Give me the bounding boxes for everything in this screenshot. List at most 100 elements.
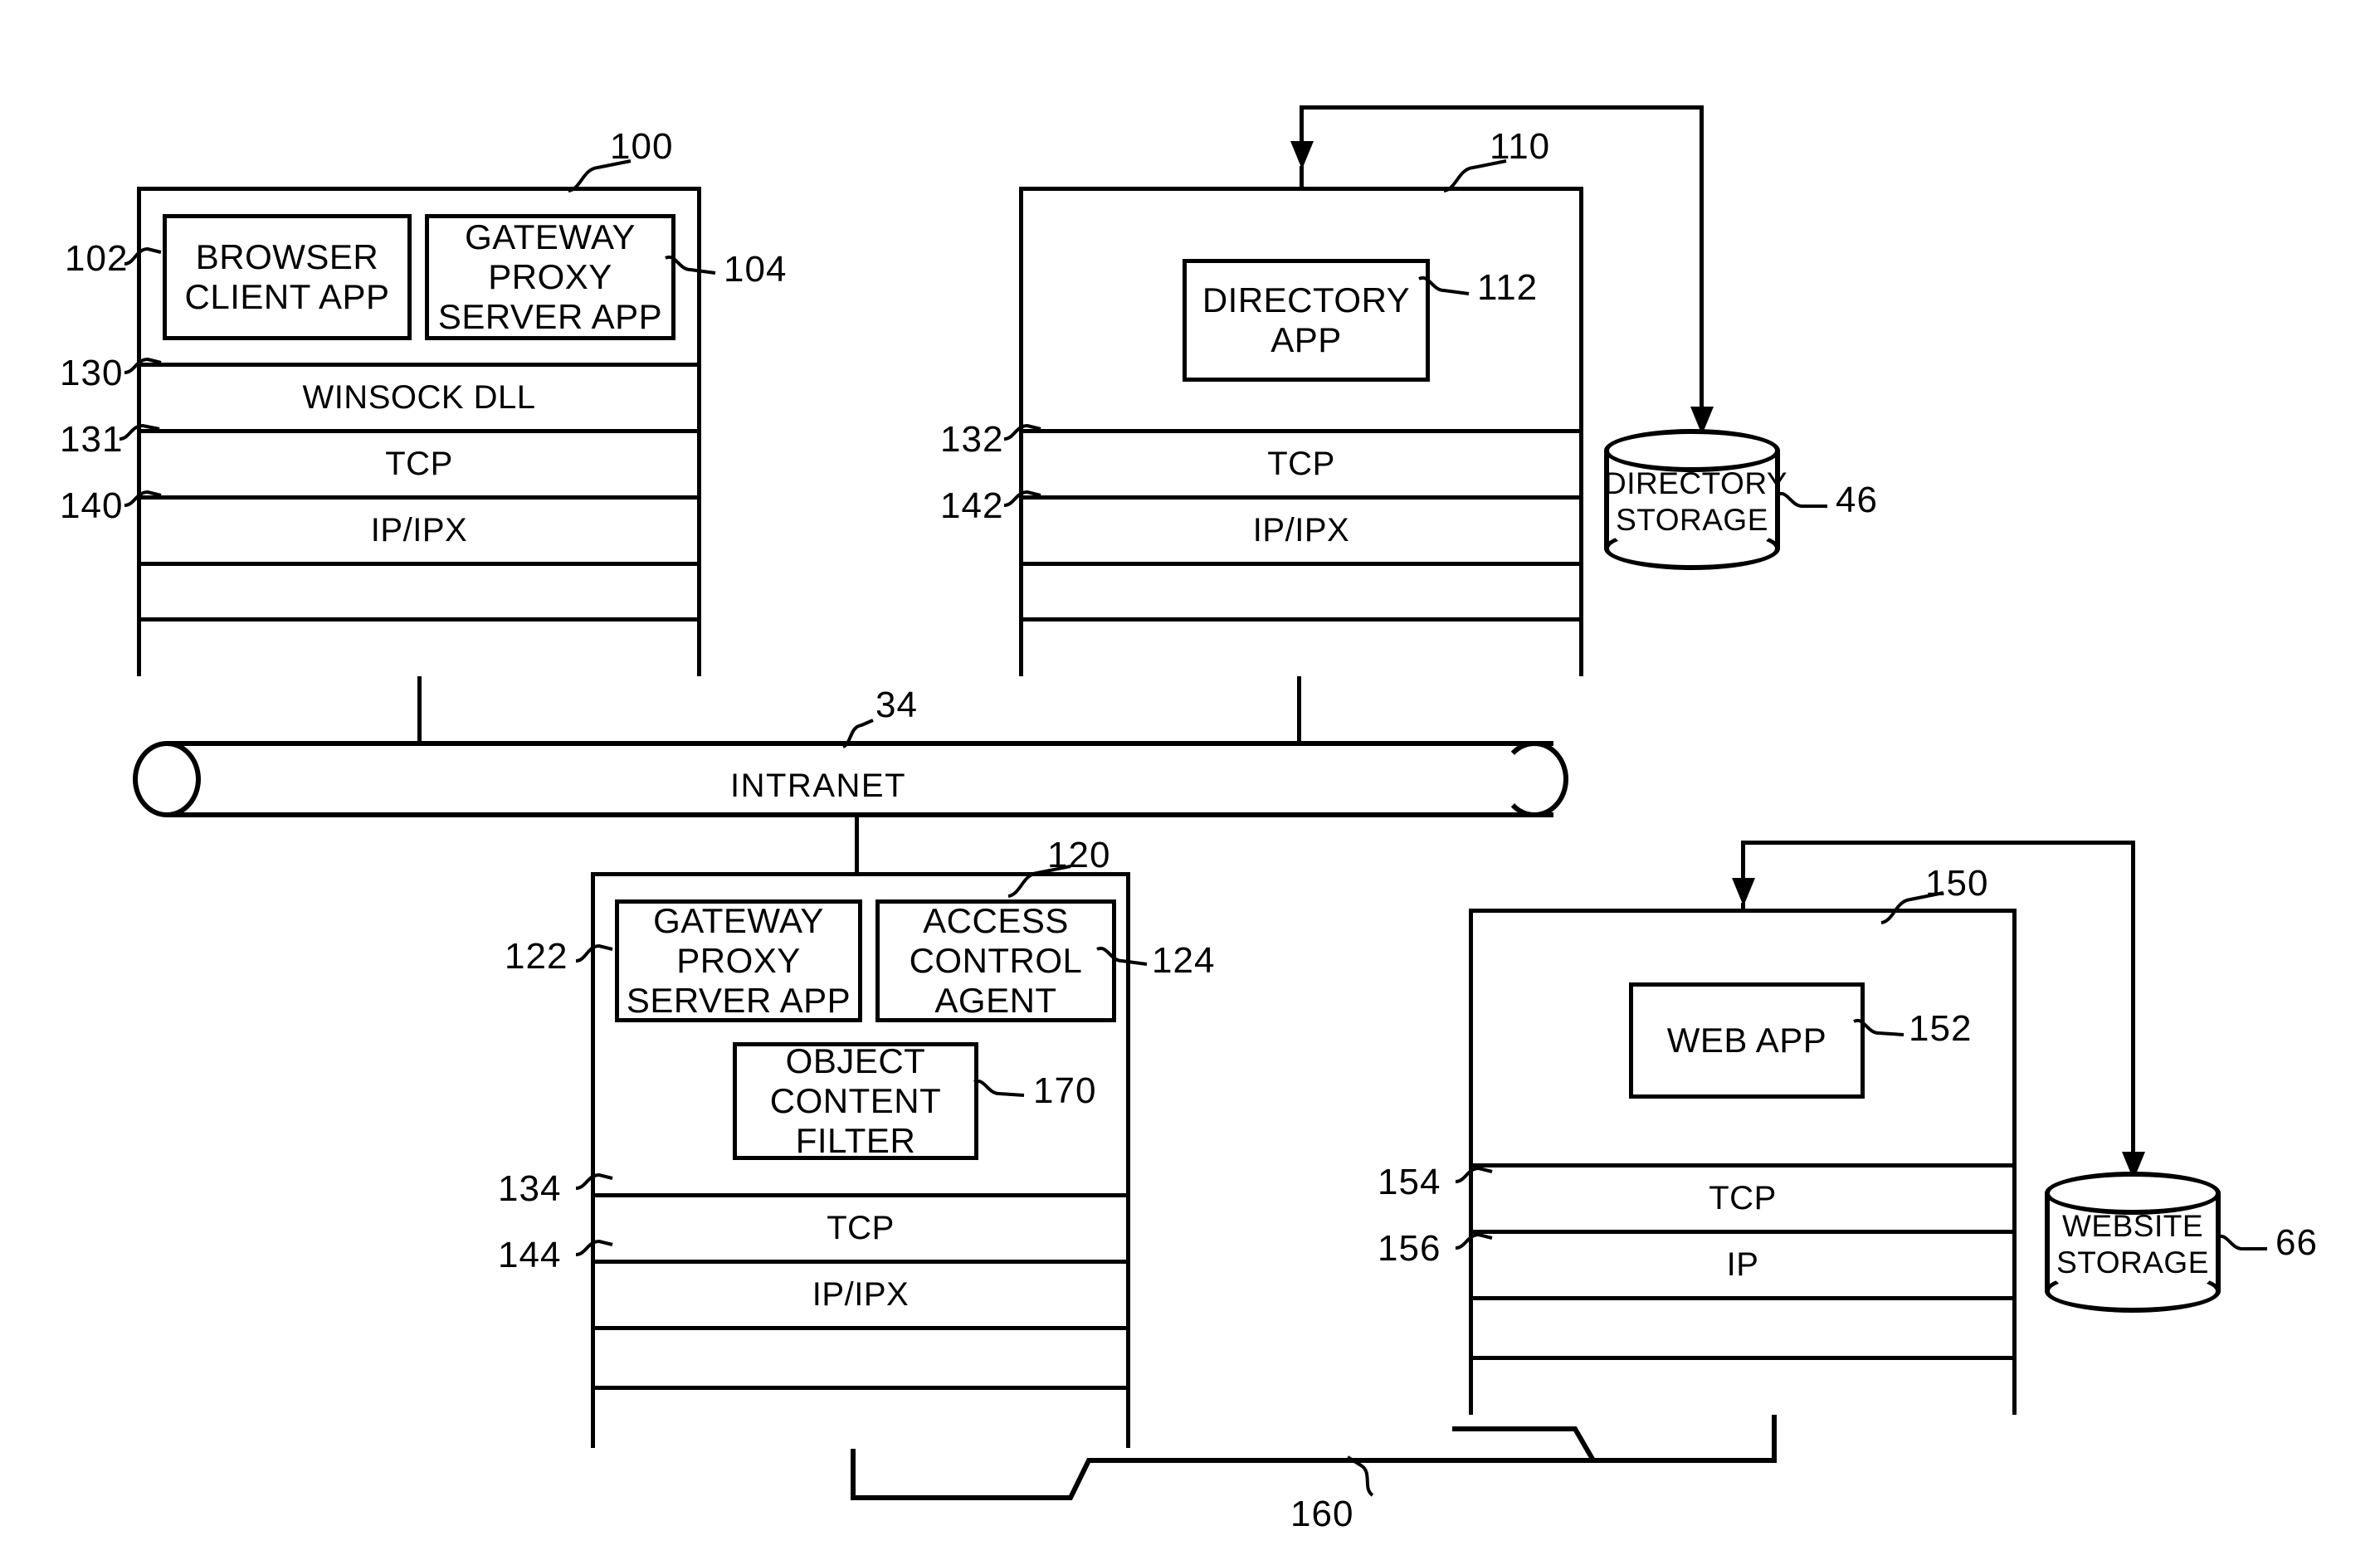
ref-156: 156 xyxy=(1378,1228,1441,1269)
directory-storage-label: DIRECTORY STORAGE xyxy=(1604,466,1788,538)
layer-web-blank-1 xyxy=(1473,1296,2012,1356)
proxy-server-node: GATEWAY PROXY SERVER APP ACCESS CONTROL … xyxy=(591,872,1130,1448)
ref-154-leader xyxy=(1455,1166,1493,1183)
intranet-bus-left-cap xyxy=(133,741,201,817)
ref-144-leader xyxy=(575,1239,613,1256)
access-control-agent-box[interactable]: ACCESS CONTROL AGENT xyxy=(875,899,1116,1022)
ref-122-leader xyxy=(575,943,613,963)
layer-client-blank-1 xyxy=(141,562,697,617)
web-app-label: WEB APP xyxy=(1666,1020,1827,1060)
ref-104: 104 xyxy=(724,249,788,290)
layer-proxy-ipipx: IP/IPX xyxy=(595,1260,1126,1326)
directory-server-inbound-stem2 xyxy=(1300,166,1304,189)
ref-152: 152 xyxy=(1909,1008,1973,1049)
web-server-inbound-arrow xyxy=(1732,878,1755,906)
ref-102-leader xyxy=(124,246,162,266)
directory-server-node: DIRECTORY APP TCP IP/IPX xyxy=(1019,187,1583,676)
layer-directory-blank-1 xyxy=(1023,562,1579,617)
ref-131-leader xyxy=(119,423,160,441)
directory-storage-route-right xyxy=(1700,105,1704,429)
ref-142: 142 xyxy=(940,485,1004,526)
ref-112: 112 xyxy=(1477,267,1539,308)
ref-140-leader xyxy=(124,490,162,507)
ref-156-leader xyxy=(1455,1232,1493,1250)
layer-winsock-dll: WINSOCK DLL xyxy=(141,363,697,429)
layer-proxy-ipipx-label: IP/IPX xyxy=(812,1276,910,1313)
ref-160-leader xyxy=(1346,1455,1374,1497)
ref-142-leader xyxy=(1003,490,1041,507)
layer-proxy-tcp: TCP xyxy=(595,1193,1126,1260)
layer-proxy-blank-1 xyxy=(595,1326,1126,1386)
access-control-agent-label: ACCESS CONTROL AGENT xyxy=(909,900,1083,1021)
layer-proxy-tcp-label: TCP xyxy=(827,1210,895,1246)
ref-66: 66 xyxy=(2275,1222,2318,1263)
ref-66-leader xyxy=(2217,1234,2267,1250)
ref-102: 102 xyxy=(65,238,129,279)
layer-directory-tcp: TCP xyxy=(1023,429,1579,495)
intranet-label: INTRANET xyxy=(730,768,906,804)
layer-web-tcp-label: TCP xyxy=(1709,1180,1777,1216)
object-content-filter-box[interactable]: OBJECT CONTENT FILTER xyxy=(733,1041,978,1161)
layer-client-ipipx: IP/IPX xyxy=(141,495,697,562)
ref-140: 140 xyxy=(60,485,124,526)
layer-client-blank-2 xyxy=(141,617,697,676)
website-storage-cylinder: WEBSITE STORAGE xyxy=(2045,1172,2221,1313)
layer-web-ip: IP xyxy=(1473,1230,2012,1296)
ref-124-leader xyxy=(1096,946,1148,966)
gateway-proxy-server-app-label-proxy: GATEWAY PROXY SERVER APP xyxy=(626,900,851,1021)
website-storage-route-right xyxy=(2131,841,2135,1172)
ref-100-leader xyxy=(568,159,632,193)
ref-46: 46 xyxy=(1836,480,1878,520)
ref-170-leader xyxy=(973,1079,1025,1097)
website-storage-label: WEBSITE STORAGE xyxy=(2056,1209,2209,1280)
ref-152-leader xyxy=(1853,1018,1904,1036)
web-server-inbound-stem2 xyxy=(1741,903,1745,911)
layer-directory-ipipx: IP/IPX xyxy=(1023,495,1579,562)
ref-130: 130 xyxy=(60,353,124,393)
client-workstation-node: BROWSER CLIENT APP GATEWAY PROXY SERVER … xyxy=(137,187,701,676)
external-link-160-right-segment xyxy=(1452,1415,1777,1463)
directory-storage-route-top xyxy=(1300,105,1704,110)
browser-client-app-label: BROWSER CLIENT APP xyxy=(184,236,390,316)
gateway-proxy-server-app-label-client: GATEWAY PROXY SERVER APP xyxy=(437,217,663,337)
ref-124: 124 xyxy=(1152,940,1216,981)
ref-130-leader xyxy=(124,357,162,374)
web-app-box[interactable]: WEB APP xyxy=(1629,982,1865,1099)
ref-104-leader xyxy=(665,255,716,275)
directory-to-intranet-link xyxy=(1297,676,1301,743)
gateway-proxy-server-app-box-proxy[interactable]: GATEWAY PROXY SERVER APP xyxy=(615,899,862,1022)
ref-154: 154 xyxy=(1378,1162,1441,1202)
ref-134-leader xyxy=(575,1172,613,1190)
layer-directory-tcp-label: TCP xyxy=(1267,446,1335,482)
intranet-bus-bottom-edge xyxy=(166,812,1553,817)
ref-120-leader xyxy=(1007,865,1071,898)
gateway-proxy-server-app-box-client[interactable]: GATEWAY PROXY SERVER APP xyxy=(425,214,675,340)
ref-112-leader xyxy=(1418,275,1470,295)
directory-app-label: DIRECTORY APP xyxy=(1202,280,1411,359)
ref-150-leader xyxy=(1880,891,1944,924)
layer-client-ipipx-label: IP/IPX xyxy=(370,512,468,548)
layer-directory-blank-2 xyxy=(1023,617,1579,676)
layer-web-ip-label: IP xyxy=(1726,1246,1759,1283)
object-content-filter-label: OBJECT CONTENT FILTER xyxy=(769,1041,942,1161)
ref-122: 122 xyxy=(505,936,568,977)
ref-34-leader xyxy=(841,719,874,748)
web-server-node: WEB APP TCP IP xyxy=(1469,909,2017,1415)
ref-144: 144 xyxy=(498,1235,562,1275)
website-storage-route-top xyxy=(1741,841,2135,845)
layer-client-tcp-label: TCP xyxy=(385,446,453,482)
ref-170: 170 xyxy=(1033,1070,1097,1111)
browser-client-app-box[interactable]: BROWSER CLIENT APP xyxy=(163,214,412,340)
directory-server-inbound-arrow xyxy=(1290,141,1314,169)
layer-web-tcp: TCP xyxy=(1473,1163,2012,1230)
ref-110-leader xyxy=(1443,159,1507,193)
layer-winsock-dll-label: WINSOCK DLL xyxy=(302,379,536,416)
directory-storage-cylinder: DIRECTORY STORAGE xyxy=(1604,429,1788,570)
ref-132-leader xyxy=(1003,423,1041,441)
layer-client-tcp: TCP xyxy=(141,429,697,495)
ref-46-leader xyxy=(1777,491,1827,508)
directory-app-box[interactable]: DIRECTORY APP xyxy=(1183,259,1430,382)
ref-160: 160 xyxy=(1290,1494,1354,1534)
intranet-to-proxy-link xyxy=(855,817,859,872)
patent-figure-canvas: BROWSER CLIENT APP GATEWAY PROXY SERVER … xyxy=(0,0,2380,1555)
